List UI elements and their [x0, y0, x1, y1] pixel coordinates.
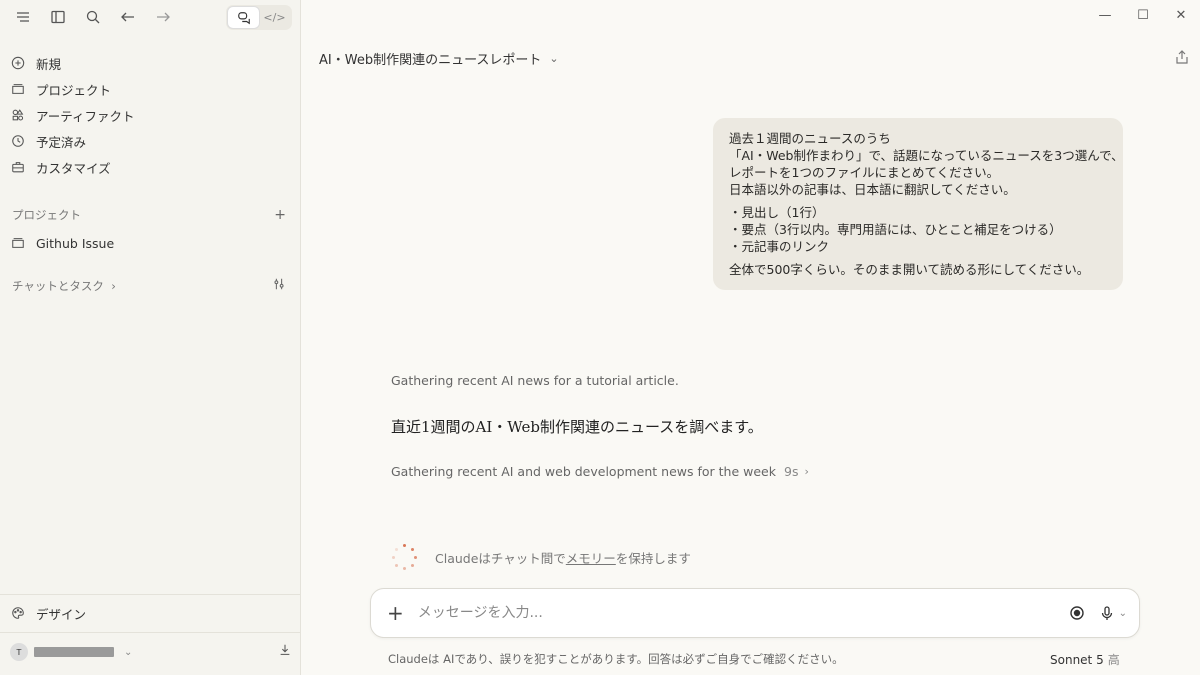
search-icon[interactable] — [80, 4, 106, 30]
message-line: 日本語以外の記事は、日本語に翻訳してください。 — [729, 182, 1016, 197]
assistant-reply: 直近1週間のAI・Web制作関連のニュースを調べます。 — [391, 418, 763, 436]
minimize-icon[interactable]: — — [1086, 0, 1124, 30]
chats-section-header[interactable]: チャットとタスク › — [12, 277, 286, 295]
folder-icon — [10, 235, 26, 251]
download-icon[interactable] — [278, 643, 292, 661]
sidebar-item-scheduled[interactable]: 予定済み — [10, 128, 290, 154]
memory-text: を保持します — [615, 550, 691, 566]
microphone-icon[interactable] — [1099, 605, 1115, 621]
chevron-right-icon: › — [804, 465, 809, 478]
sidebar-item-new[interactable]: 新規 — [10, 50, 290, 76]
sidebar-item-label: 予定済み — [36, 134, 87, 150]
divider — [0, 594, 301, 595]
chevron-down-icon: ⌄ — [549, 52, 559, 65]
message-line: ・要点（3行以内。専門用語には、ひとこと補足をつける） — [729, 222, 1062, 237]
menu-icon[interactable] — [10, 4, 36, 30]
back-arrow-icon[interactable] — [115, 4, 141, 30]
filter-icon[interactable] — [272, 277, 286, 295]
message-input[interactable] — [417, 605, 1055, 621]
user-message: 過去１週間のニュースのうち 「AI・Web制作まわり」で、話題になっているニュー… — [713, 118, 1124, 290]
forward-arrow-icon[interactable] — [150, 4, 176, 30]
redacted-username — [34, 647, 114, 657]
sidebar-item-label: プロジェクト — [36, 82, 112, 98]
message-line: 「AI・Web制作まわり」で、話題になっているニュースを3つ選んで、 — [729, 148, 1124, 163]
artifacts-icon — [10, 107, 26, 123]
divider — [0, 632, 301, 633]
memory-notice: Claudeはチャット間で メモリー を保持します — [391, 544, 691, 570]
sidebar-toggle-icon[interactable] — [45, 4, 71, 30]
loading-spinner-icon — [391, 544, 419, 570]
avatar: T — [10, 643, 28, 661]
chevron-down-icon[interactable]: ⌄ — [1119, 608, 1127, 619]
record-icon[interactable] — [1069, 605, 1085, 621]
thinking-duration: 9s — [784, 464, 799, 479]
model-selector[interactable]: Sonnet 5高 — [1050, 651, 1120, 668]
maximize-icon[interactable]: ☐ — [1124, 0, 1162, 30]
attach-plus-icon[interactable]: + — [387, 603, 404, 623]
sidebar-toolbar — [10, 4, 185, 30]
folder-icon — [10, 81, 26, 97]
chevron-down-icon: ⌄ — [124, 646, 133, 658]
message-composer: + ⌄ — [370, 588, 1140, 638]
main-panel: — ☐ ✕ AI・Web制作関連のニュースレポート ⌄ 過去１週間のニュースのう… — [302, 0, 1200, 675]
sidebar-item-projects[interactable]: プロジェクト — [10, 76, 290, 102]
thinking-toggle[interactable]: Gathering recent AI and web development … — [391, 464, 809, 479]
memory-text: Claudeはチャット間で — [435, 550, 566, 566]
sidebar-item-label: 新規 — [36, 56, 62, 72]
palette-icon — [10, 605, 26, 621]
user-menu[interactable]: T ⌄ — [10, 643, 292, 661]
sidebar-nav: 新規 プロジェクト アーティファクト 予定済み カスタマイズ — [10, 50, 290, 180]
sidebar-item-design[interactable]: デザイン — [10, 600, 86, 626]
sidebar-item-label: アーティファクト — [36, 108, 135, 124]
share-icon[interactable] — [1174, 49, 1190, 69]
effort-level: 高 — [1107, 653, 1120, 667]
disclaimer: Claudeは AIであり、誤りを犯すことがあります。回答は必ずご自身でご確認く… — [388, 652, 844, 666]
sidebar: </> 新規 プロジェクト アーティファクト 予定済み カスタマイズ プロジェク… — [0, 0, 301, 675]
code-mode-icon[interactable]: </> — [259, 7, 290, 28]
project-label: Github Issue — [36, 235, 115, 251]
sidebar-item-label: カスタマイズ — [36, 160, 111, 176]
projects-section-header: プロジェクト + — [12, 206, 286, 224]
sidebar-item-customize[interactable]: カスタマイズ — [10, 154, 290, 180]
window-controls: — ☐ ✕ — [1086, 0, 1200, 30]
chats-header-label: チャットとタスク › — [12, 279, 116, 293]
chat-mode-icon[interactable] — [228, 7, 259, 28]
sidebar-item-github-issue[interactable]: Github Issue — [10, 230, 114, 256]
chat-title-menu[interactable]: AI・Web制作関連のニュースレポート ⌄ — [319, 49, 559, 68]
projects-header-label: プロジェクト — [12, 208, 81, 222]
message-line: ・見出し（1行） — [729, 205, 825, 220]
thinking-label: Gathering recent AI and web development … — [391, 464, 776, 479]
message-line: 全体で500字くらい。そのまま開いて読める形にしてください。 — [729, 262, 1090, 277]
message-line: ・元記事のリンク — [729, 239, 830, 254]
message-line: レポートを1つのファイルにまとめてください。 — [729, 165, 1000, 180]
thinking-summary: Gathering recent AI news for a tutorial … — [391, 373, 679, 388]
model-name: Sonnet 5 — [1050, 653, 1104, 667]
close-icon[interactable]: ✕ — [1162, 0, 1200, 30]
clock-icon — [10, 133, 26, 149]
add-project-icon[interactable]: + — [274, 207, 286, 223]
briefcase-icon — [10, 159, 26, 175]
memory-link[interactable]: メモリー — [566, 548, 616, 567]
chat-title: AI・Web制作関連のニュースレポート — [319, 53, 542, 68]
sidebar-item-artifacts[interactable]: アーティファクト — [10, 102, 290, 128]
design-label: デザイン — [36, 606, 87, 622]
message-line: 過去１週間のニュースのうち — [729, 131, 891, 146]
mode-toggle: </> — [226, 5, 292, 30]
plus-icon — [10, 55, 26, 71]
